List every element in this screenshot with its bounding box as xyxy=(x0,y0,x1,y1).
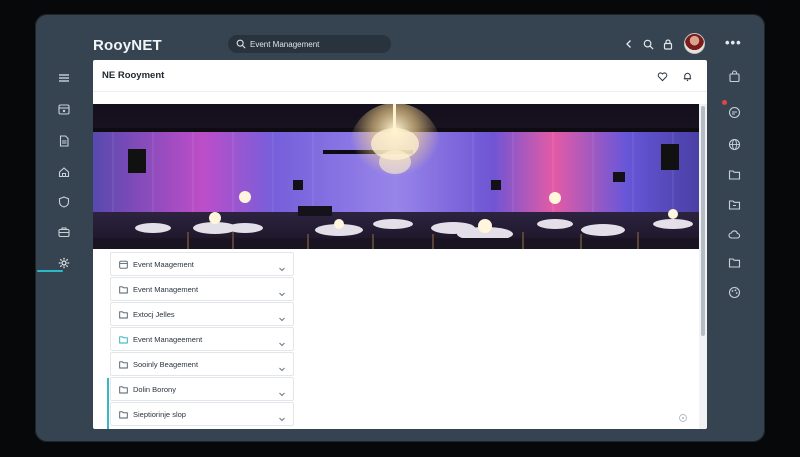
document-icon[interactable] xyxy=(49,130,79,152)
back-icon[interactable] xyxy=(623,38,635,50)
chevron-down-icon[interactable] xyxy=(278,385,286,397)
list-item[interactable]: Event Management xyxy=(110,277,294,301)
briefcase-icon[interactable] xyxy=(49,221,79,243)
folder-icon xyxy=(119,285,128,294)
chat-icon[interactable] xyxy=(719,102,749,122)
list-item-label: Extocj Jelles xyxy=(133,309,175,319)
scrollbar[interactable] xyxy=(699,104,707,429)
top-bar: RooyNET ••• xyxy=(35,14,765,60)
brand-logo: RooyNET xyxy=(93,37,162,54)
list-item-label: Event Manageement xyxy=(133,334,203,344)
palette-icon[interactable] xyxy=(719,282,749,302)
list-item-label: Sooinly Beagement xyxy=(133,359,199,369)
list-item[interactable]: Extocj Jelles xyxy=(110,302,294,326)
list-item[interactable]: Event Manageement xyxy=(110,327,294,351)
list-item-label: Event Maagement xyxy=(133,259,194,269)
calendar-icon[interactable] xyxy=(49,98,79,120)
list-item[interactable]: Sieptiorinje slop xyxy=(110,402,294,426)
menu-icon[interactable] xyxy=(49,67,79,89)
folder-icon xyxy=(119,385,128,394)
search-icon[interactable] xyxy=(642,38,654,50)
search-box[interactable] xyxy=(228,35,391,53)
list-item-label: Sieptiorinje slop xyxy=(133,409,186,419)
list-item-label: Event Management xyxy=(133,284,199,294)
folder-icon[interactable] xyxy=(719,164,749,184)
main-panel: NE Rooyment Event Maagement Event Manage… xyxy=(93,60,707,429)
folder-icon[interactable] xyxy=(719,252,749,272)
search-input[interactable] xyxy=(250,39,380,49)
help-icon[interactable] xyxy=(678,410,688,422)
chevron-down-icon[interactable] xyxy=(278,285,286,297)
folder-icon xyxy=(119,310,128,319)
panel-header: NE Rooyment xyxy=(93,60,707,92)
folder-icon xyxy=(119,360,128,369)
app-window: RooyNET ••• xyxy=(35,14,765,442)
active-nav-indicator xyxy=(37,270,63,272)
scrollbar-thumb[interactable] xyxy=(701,106,705,336)
folder-icon xyxy=(119,410,128,419)
page-title: NE Rooyment xyxy=(102,70,165,81)
more-icon[interactable]: ••• xyxy=(725,35,742,50)
list-item[interactable]: Event Maagement xyxy=(110,252,294,276)
chevron-down-icon[interactable] xyxy=(278,360,286,372)
cloud-icon[interactable] xyxy=(719,224,749,244)
link-icon xyxy=(119,335,128,344)
heart-icon[interactable] xyxy=(656,70,668,82)
shield-icon[interactable] xyxy=(49,191,79,213)
chevron-down-icon[interactable] xyxy=(278,335,286,347)
lock-icon[interactable] xyxy=(662,38,674,50)
avatar[interactable] xyxy=(684,33,705,54)
list-item-label: Dolin Borony xyxy=(133,384,176,394)
home-icon[interactable] xyxy=(49,161,79,183)
bag-icon[interactable] xyxy=(719,66,749,86)
list-item[interactable]: Dolin Borony xyxy=(110,377,294,401)
chevron-down-icon[interactable] xyxy=(278,260,286,272)
folder-icon[interactable] xyxy=(719,194,749,214)
chevron-down-icon[interactable] xyxy=(278,310,286,322)
calendar-icon xyxy=(119,260,128,269)
banner-image xyxy=(93,104,699,249)
chevron-down-icon[interactable] xyxy=(278,410,286,422)
globe-icon[interactable] xyxy=(719,134,749,154)
list-item[interactable]: Sooinly Beagement xyxy=(110,352,294,376)
bell-icon[interactable] xyxy=(681,70,693,82)
selection-accent-bar xyxy=(107,378,109,429)
search-icon xyxy=(236,39,246,49)
